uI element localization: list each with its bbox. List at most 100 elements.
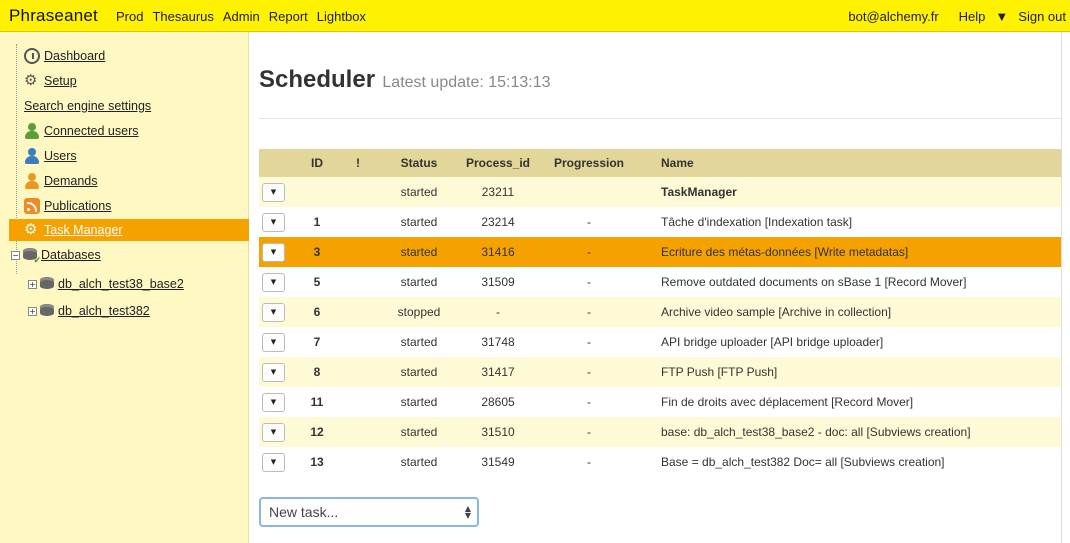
table-row[interactable]: ▼ 5 started 31509 - Remove outdated documents…	[259, 267, 1061, 297]
caret-down-icon: ▼	[270, 308, 277, 316]
expand-toggle-icon[interactable]: +	[28, 306, 37, 316]
window-edge	[1061, 32, 1070, 543]
table-row[interactable]: ▼ 7 started 31748 - API bridge uploader [API …	[259, 327, 1061, 357]
sidebar-item-label: Search engine settings	[24, 99, 152, 113]
cell-process-id: 31510	[481, 425, 515, 439]
cell-name: TaskManager	[661, 185, 737, 199]
row-menu-button[interactable]: ▼	[262, 422, 285, 442]
page-header: Scheduler Latest update: 15:13:13	[259, 66, 551, 94]
cell-progression: -	[587, 425, 591, 439]
row-menu-button[interactable]: ▼	[262, 392, 285, 412]
header-action	[259, 149, 291, 177]
row-menu-button[interactable]: ▼	[262, 452, 285, 472]
caret-down-icon: ▼	[270, 248, 277, 256]
cell-process-id: 31549	[481, 455, 515, 469]
caret-down-icon: ▼	[270, 188, 277, 196]
sidebar-item-label: Demands	[44, 174, 98, 188]
dashboard-icon	[24, 48, 40, 64]
row-menu-button[interactable]: ▼	[262, 212, 285, 232]
sidebar-item-label: Dashboard	[44, 49, 106, 63]
row-menu-button[interactable]: ▼	[262, 272, 285, 292]
cell-flag	[343, 267, 373, 297]
cell-name: Archive video sample [Archive in collect…	[661, 305, 892, 319]
expand-toggle-icon[interactable]: +	[28, 279, 37, 289]
nav-thesaurus[interactable]: Thesaurus	[152, 9, 213, 24]
sidebar-item-databases[interactable]: − Databases	[11, 244, 101, 266]
sidebar-item-label: Publications	[44, 199, 112, 213]
cell-progression: -	[587, 245, 591, 259]
gears-icon: ⚙	[24, 72, 38, 89]
cell-process-id: 23211	[481, 185, 515, 199]
cell-flag	[343, 447, 373, 477]
nav-lightbox[interactable]: Lightbox	[317, 9, 366, 24]
table-row[interactable]: ▼ 8 started 31417 - FTP Push [FTP Push]	[259, 357, 1061, 387]
database-item[interactable]: + db_alch_test38_base2	[28, 273, 184, 295]
sidebar-item-users[interactable]: Users	[24, 145, 77, 167]
database-icon	[39, 276, 55, 292]
sidebar: Dashboard ⚙ Setup Search engine settings…	[0, 32, 249, 543]
cell-id: 13	[310, 455, 324, 469]
caret-down-icon: ▼	[270, 278, 277, 286]
cell-name: Remove outdated documents on sBase 1 [Re…	[661, 275, 967, 289]
table-row[interactable]: ▼ 13 started 31549 - Base = db_alch_test382 D…	[259, 447, 1061, 477]
nav-admin[interactable]: Admin	[223, 9, 260, 24]
row-menu-button[interactable]: ▼	[262, 182, 285, 202]
cell-progression: -	[587, 365, 591, 379]
table-row[interactable]: ▼ 3 started 31416 - Ecriture des métas-donnée…	[259, 237, 1061, 267]
database-icon	[39, 303, 55, 319]
cell-status: started	[400, 365, 438, 379]
caret-down-icon: ▼	[270, 338, 277, 346]
cell-process-id: 28605	[481, 395, 515, 409]
user-account-link[interactable]: bot@alchemy.fr	[848, 9, 938, 24]
signout-link[interactable]: Sign out	[1018, 9, 1066, 24]
row-menu-cell: ▼	[259, 237, 291, 267]
table-row[interactable]: ▼ 6 stopped - - Archive video sample [Archive…	[259, 297, 1061, 327]
table-row[interactable]: ▼ started 23211 TaskManager	[259, 177, 1061, 207]
collapse-toggle-icon[interactable]: −	[11, 250, 20, 260]
sidebar-item-publications[interactable]: Publications	[24, 195, 111, 217]
cell-process-id: 31509	[481, 275, 515, 289]
cell-id: 3	[313, 245, 321, 259]
cell-progression: -	[587, 305, 591, 319]
cell-id: 12	[310, 425, 324, 439]
sidebar-item-search-engine[interactable]: Search engine settings	[24, 95, 151, 117]
cell-progression: -	[587, 215, 591, 229]
sidebar-item-demands[interactable]: Demands	[24, 170, 98, 192]
row-menu-button[interactable]: ▼	[262, 362, 285, 382]
user-blue-icon	[24, 148, 40, 164]
row-menu-cell: ▼	[259, 207, 291, 237]
sidebar-item-dashboard[interactable]: Dashboard	[24, 45, 105, 67]
new-task-select[interactable]: New task... ▲ ▼	[259, 497, 479, 527]
main-nav: Prod Thesaurus Admin Report Lightbox	[116, 9, 375, 24]
table-row[interactable]: ▼ 12 started 31510 - base: db_alch_test38_bas…	[259, 417, 1061, 447]
page-title: Scheduler	[259, 66, 376, 93]
row-menu-cell: ▼	[259, 387, 291, 417]
table-row[interactable]: ▼ 11 started 28605 - Fin de droits avec dépla…	[259, 387, 1061, 417]
row-menu-button[interactable]: ▼	[262, 302, 285, 322]
cell-process-id: 31417	[481, 365, 515, 379]
sidebar-item-task-manager[interactable]: ⚙ Task Manager	[9, 219, 249, 241]
table-row[interactable]: ▼ 1 started 23214 - Tâche d'indexation [Index…	[259, 207, 1061, 237]
nav-report[interactable]: Report	[269, 9, 308, 24]
caret-down-icon: ▼	[270, 458, 277, 466]
nav-prod[interactable]: Prod	[116, 9, 143, 24]
cell-progression: -	[587, 275, 591, 289]
cell-flag	[343, 357, 373, 387]
caret-down-icon: ▼	[270, 218, 277, 226]
user-nav: bot@alchemy.fr Help ▼ Sign out	[838, 9, 1066, 24]
sidebar-item-setup[interactable]: ⚙ Setup	[24, 70, 77, 92]
row-menu-button[interactable]: ▼	[262, 242, 285, 262]
cell-name: API bridge uploader [API bridge uploader…	[661, 335, 884, 349]
header-flag: !	[356, 156, 360, 170]
sidebar-item-connected-users[interactable]: Connected users	[24, 120, 139, 142]
brand-logo[interactable]: Phraseanet	[9, 6, 98, 26]
database-item[interactable]: + db_alch_test382	[28, 300, 150, 322]
cell-id	[291, 177, 343, 207]
header-process-id: Process_id	[465, 156, 531, 170]
row-menu-button[interactable]: ▼	[262, 332, 285, 352]
sidebar-item-label: Databases	[41, 248, 101, 262]
help-menu[interactable]: Help ▼	[949, 9, 1009, 24]
cell-progression: -	[587, 335, 591, 349]
caret-down-icon: ▼	[270, 398, 277, 406]
cell-status: started	[400, 185, 438, 199]
